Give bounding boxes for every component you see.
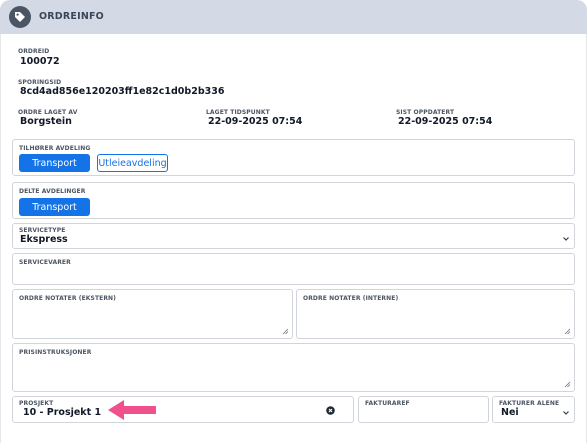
order-id-label: ORDREID bbox=[18, 48, 50, 55]
project-label: PROSJEKT bbox=[19, 400, 54, 407]
updated-at-label: SIST OPPDATERT bbox=[396, 109, 455, 116]
clear-icon[interactable] bbox=[326, 406, 335, 415]
chevron-down-icon bbox=[563, 237, 569, 241]
chevron-down-icon bbox=[563, 411, 569, 415]
created-by-value: Borgstein bbox=[20, 116, 72, 127]
department-utleie-button[interactable]: Utleieavdeling bbox=[97, 154, 168, 172]
resize-handle-icon[interactable] bbox=[564, 381, 571, 388]
shared-departments-box: DELTE AVDELINGER bbox=[12, 182, 575, 219]
tag-icon bbox=[9, 6, 31, 28]
invoice-alone-label: FAKTURER ALENE bbox=[499, 400, 560, 407]
created-by-label: ORDRE LAGET AV bbox=[18, 109, 78, 116]
project-value: 10 - Prosjekt 1 bbox=[23, 407, 102, 418]
notes-internal-label: ORDRE NOTATER (INTERNE) bbox=[303, 295, 399, 302]
notes-external-textarea[interactable]: ORDRE NOTATER (EKSTERN) bbox=[12, 289, 293, 339]
shared-transport-button[interactable]: Transport bbox=[19, 198, 90, 216]
invoice-ref-label: FAKTURAREF bbox=[365, 400, 410, 407]
order-id-value: 100072 bbox=[20, 56, 60, 67]
notes-external-label: ORDRE NOTATER (EKSTERN) bbox=[19, 295, 117, 302]
annotation-arrow-icon bbox=[108, 400, 156, 420]
created-at-value: 22-09-2025 07:54 bbox=[208, 116, 303, 127]
tracking-id-value: 8cd4ad856e120203ff1e82c1d0b2b336 bbox=[20, 86, 225, 97]
resize-handle-icon[interactable] bbox=[282, 328, 289, 335]
invoice-alone-select[interactable]: FAKTURER ALENE Nei bbox=[492, 396, 575, 423]
section-title: ORDREINFO bbox=[39, 11, 104, 22]
service-type-value: Ekspress bbox=[20, 234, 68, 245]
tracking-id-label: SPORINGSID bbox=[18, 79, 62, 86]
department-transport-button[interactable]: Transport bbox=[19, 154, 90, 172]
price-instructions-textarea[interactable]: PRISINSTRUKSJONER bbox=[12, 343, 575, 392]
section-header: ORDREINFO bbox=[0, 0, 587, 34]
notes-internal-textarea[interactable]: ORDRE NOTATER (INTERNE) bbox=[296, 289, 575, 339]
service-type-select[interactable]: SERVICETYPE Ekspress bbox=[12, 223, 575, 249]
service-type-label: SERVICETYPE bbox=[19, 227, 66, 234]
service-goods-field[interactable]: SERVICEVARER bbox=[12, 253, 575, 285]
updated-at-value: 22-09-2025 07:54 bbox=[398, 116, 493, 127]
project-select[interactable]: PROSJEKT 10 - Prosjekt 1 bbox=[12, 396, 354, 423]
invoice-ref-field[interactable]: FAKTURAREF bbox=[358, 396, 489, 423]
created-at-label: LAGET TIDSPUNKT bbox=[206, 109, 270, 116]
shared-departments-label: DELTE AVDELINGER bbox=[19, 188, 86, 195]
price-instructions-label: PRISINSTRUKSJONER bbox=[19, 349, 92, 356]
service-goods-label: SERVICEVARER bbox=[19, 259, 71, 266]
invoice-alone-value: Nei bbox=[501, 407, 519, 418]
department-label: TILHØRER AVDELING bbox=[19, 145, 91, 152]
resize-handle-icon[interactable] bbox=[564, 328, 571, 335]
